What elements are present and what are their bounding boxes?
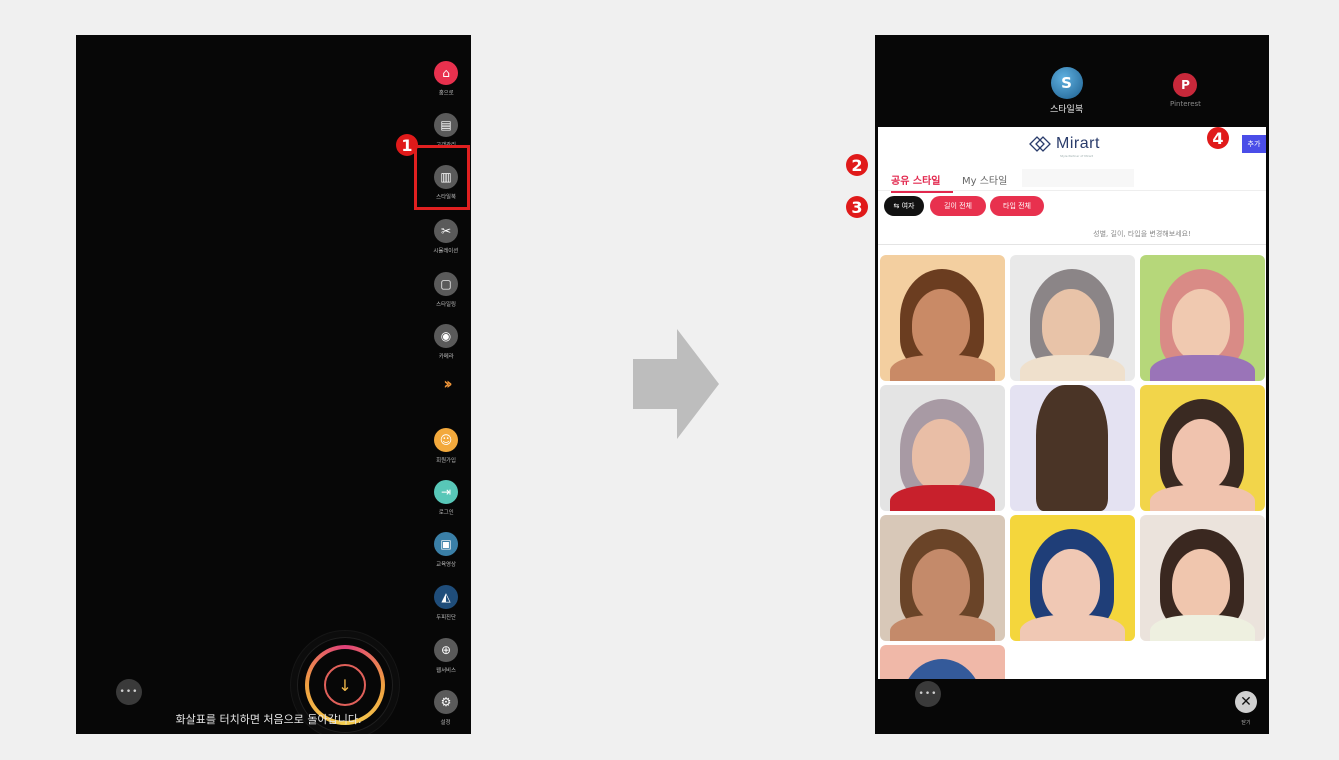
- tab-empty-slot: [1022, 169, 1134, 187]
- nav-signup[interactable]: ☺ 회원가입: [421, 428, 471, 464]
- more-button[interactable]: •••: [116, 679, 142, 705]
- stylebook-app-label: 스타일북: [1050, 105, 1084, 115]
- nav-login-label: 로그인: [438, 509, 454, 516]
- close-label: 닫기: [1241, 720, 1251, 726]
- style-photo-1[interactable]: [880, 255, 1005, 381]
- nav-signup-label: 회원가입: [436, 457, 456, 464]
- nav-camera[interactable]: ◉ 카메라: [421, 324, 471, 360]
- more-button-right[interactable]: •••: [915, 681, 941, 707]
- stylebook-logo-icon: S: [1050, 67, 1083, 99]
- style-tabs: 공유 스타일 My 스타일: [878, 167, 1266, 193]
- tab-shared-style[interactable]: 공유 스타일: [891, 172, 953, 193]
- guide-canvas: ⌂ 홈으로 ▤ 고객관리 ▥ 스타일북 ✂ 시뮬레이션 ▢ 스타일링 ◉ 카메라: [4, 4, 1335, 756]
- tab-my-style[interactable]: My 스타일: [962, 172, 1007, 191]
- customer-card-icon: ▤: [434, 113, 458, 137]
- mirror-icon: ▢: [434, 272, 458, 296]
- nav-education-label: 교육영상: [436, 561, 456, 568]
- style-photo-2[interactable]: [1010, 255, 1135, 381]
- style-photo-9[interactable]: [1140, 515, 1265, 641]
- step-marker-1: 1: [396, 134, 418, 156]
- diamond-logo-icon: [1029, 136, 1051, 152]
- nav-education[interactable]: ▣ 교육영상: [421, 532, 471, 568]
- nav-simulation[interactable]: ✂ 시뮬레이션: [421, 219, 471, 255]
- style-photo-7[interactable]: [880, 515, 1005, 641]
- nav-web[interactable]: ⊕ 웹서비스: [421, 638, 471, 674]
- step-marker-4: 4: [1207, 127, 1229, 149]
- style-photo-6[interactable]: [1140, 385, 1265, 511]
- stylebook-app[interactable]: S 스타일북: [1050, 67, 1083, 115]
- login-icon: ⇥: [434, 480, 458, 504]
- stylebook-highlight: [414, 145, 470, 210]
- nav-camera-label: 카메라: [438, 353, 454, 360]
- nav-customer[interactable]: ▤ 고객관리: [421, 113, 471, 149]
- double-chevron-icon: ››: [443, 374, 452, 393]
- nav-styling[interactable]: ▢ 스타일링: [421, 272, 471, 308]
- nav-scalp[interactable]: ◭ 두피진단: [421, 585, 471, 621]
- scissors-icon: ✂: [434, 219, 458, 243]
- app-switcher-bar: S 스타일북 P Pinterest: [875, 35, 1269, 127]
- filter-bar: ⇆ 여자 길이 전체 타입 전체: [878, 191, 1266, 221]
- nav-scalp-label: 두피진단: [436, 614, 456, 621]
- close-icon[interactable]: ✕: [1235, 691, 1257, 713]
- pinterest-app-label: Pinterest: [1170, 100, 1201, 108]
- filter-hint: 성별, 길이, 타입을 변경해보세요!: [878, 223, 1266, 245]
- step-marker-3: 3: [846, 196, 868, 218]
- camera-icon: ◉: [434, 324, 458, 348]
- add-button[interactable]: 추가: [1242, 135, 1266, 153]
- brand-logo: Mirart: [1028, 135, 1100, 153]
- nav-simulation-label: 시뮬레이션: [433, 248, 459, 255]
- nav-web-label: 웹서비스: [436, 667, 456, 674]
- back-hint-text: 화살표를 터치하면 처음으로 돌아갑니다.: [175, 713, 362, 726]
- nav-styling-label: 스타일링: [436, 301, 456, 308]
- transition-arrow-icon: [633, 329, 719, 439]
- step-marker-2: 2: [846, 154, 868, 176]
- video-chat-icon: ▣: [434, 532, 458, 556]
- nav-home[interactable]: ⌂ 홈으로: [421, 61, 471, 97]
- style-photo-5[interactable]: [1010, 385, 1135, 511]
- globe-icon: ⊕: [434, 638, 458, 662]
- style-photo-8[interactable]: [1010, 515, 1135, 641]
- bottom-bar: ••• ✕ 닫기: [875, 679, 1269, 734]
- style-photo-3[interactable]: [1140, 255, 1265, 381]
- length-filter-chip[interactable]: 길이 전체: [930, 196, 986, 216]
- pinterest-app[interactable]: P Pinterest: [1170, 73, 1201, 108]
- person-icon: ☺: [434, 428, 458, 452]
- gender-filter-chip[interactable]: ⇆ 여자: [884, 196, 924, 216]
- pinterest-logo-icon: P: [1173, 73, 1198, 97]
- nav-expand[interactable]: ››: [421, 374, 471, 393]
- type-filter-chip[interactable]: 타입 전체: [990, 196, 1044, 216]
- style-photo-10[interactable]: [880, 645, 1005, 679]
- brand-subtitle: Style Partner of Mirart: [1060, 154, 1094, 158]
- home-icon: ⌂: [434, 61, 458, 85]
- brand-name: Mirart: [1056, 135, 1100, 152]
- down-arrow-icon: ↓: [324, 664, 366, 706]
- nav-home-label: 홈으로: [438, 90, 454, 97]
- nav-login[interactable]: ⇥ 로그인: [421, 480, 471, 516]
- stylebook-content: Mirart Style Partner of Mirart 추가 공유 스타일…: [878, 127, 1266, 679]
- scalp-icon: ◭: [434, 585, 458, 609]
- side-navigation: ⌂ 홈으로 ▤ 고객관리 ▥ 스타일북 ✂ 시뮬레이션 ▢ 스타일링 ◉ 카메라: [421, 35, 471, 734]
- style-photo-4[interactable]: [880, 385, 1005, 511]
